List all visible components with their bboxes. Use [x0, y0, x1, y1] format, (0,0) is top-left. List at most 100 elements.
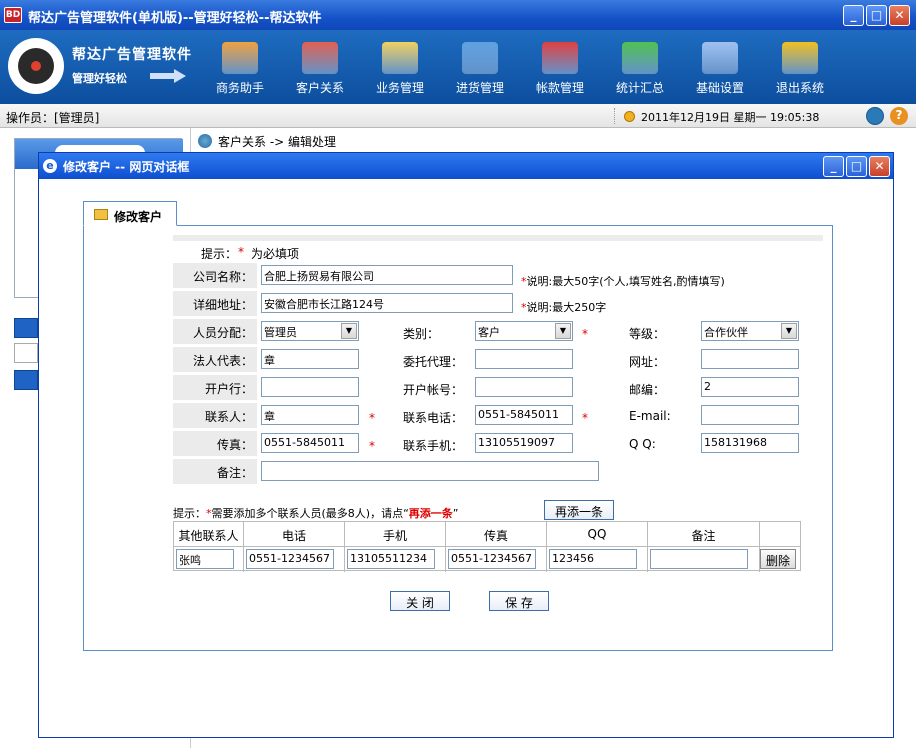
mobile-label: 联系手机：: [403, 439, 464, 453]
category-label: 类别：: [403, 327, 440, 341]
section-divider: [173, 235, 823, 241]
contact-hint-text: 需要添加多个联系人员(最多8人)，请点“: [211, 507, 409, 520]
contacts-table: 其他联系人 电话 手机 传真 QQ 备注 张鸣 0551-1234567 131…: [173, 521, 801, 572]
ie-icon: e: [43, 159, 57, 173]
dialog-title-bar: e 修改客户 -- 网页对话框 _ □ ✕: [39, 153, 893, 179]
calendar-icon: [702, 42, 738, 74]
bank-input[interactable]: [261, 377, 359, 397]
account-input[interactable]: [475, 377, 573, 397]
remark-input[interactable]: [261, 461, 599, 481]
breadcrumb: 客户关系 -> 编辑处理: [198, 133, 336, 150]
dialog-minimize-button[interactable]: _: [823, 156, 844, 177]
fax-input[interactable]: 0551-5845011: [261, 433, 359, 453]
left-shortcut-icon-1[interactable]: [14, 318, 38, 338]
contact-hint: 提示：*需要添加多个联系人员(最多8人)，请点“再添一条”: [173, 505, 458, 521]
nav-item-2[interactable]: 业务管理: [360, 36, 440, 100]
email-label: E-mail:: [629, 409, 671, 423]
agent-input[interactable]: [475, 349, 573, 369]
pencil-notepad-icon: [222, 42, 258, 74]
dialog-body: 修改客户 提示： * 为必填项 公司名称： 合肥上扬贸易有限公司 *说明:最大5…: [39, 179, 893, 737]
nav-item-label: 商务助手: [215, 81, 264, 95]
table-header: 手机: [345, 522, 446, 546]
add-contact-row-button[interactable]: 再添一条: [544, 500, 614, 520]
dialog-maximize-button[interactable]: □: [846, 156, 867, 177]
table-header: 传真: [446, 522, 547, 546]
close-button[interactable]: 关 闭: [390, 591, 450, 611]
save-button[interactable]: 保 存: [489, 591, 549, 611]
contact-hint-end: ”: [452, 507, 459, 520]
other-fax-input[interactable]: 0551-1234567: [448, 549, 536, 569]
legal-rep-input[interactable]: 章: [261, 349, 359, 369]
mobile-input[interactable]: 13105519097: [475, 433, 573, 453]
nav-item-label: 统计汇总: [615, 81, 664, 95]
left-shortcut-icon-3[interactable]: [14, 370, 38, 390]
contact-required-star: *: [369, 411, 375, 425]
nav-item-6[interactable]: 基础设置: [680, 36, 760, 100]
tab-edit-customer[interactable]: 修改客户: [83, 201, 177, 226]
fax-label: 传真：: [173, 431, 257, 456]
chevron-down-icon[interactable]: ▼: [781, 323, 797, 339]
level-select[interactable]: 合作伙伴 ▼: [701, 321, 799, 341]
chevron-down-icon[interactable]: ▼: [341, 323, 357, 339]
help-icon[interactable]: ?: [890, 107, 908, 125]
other-phone-input[interactable]: 0551-1234567: [246, 549, 334, 569]
table-cell: 张鸣: [174, 546, 244, 572]
contact-label: 联系人：: [173, 403, 257, 428]
table-cell: 删除: [760, 546, 800, 572]
other-qq-input[interactable]: 123456: [549, 549, 637, 569]
hint-text: 为必填项: [251, 247, 300, 261]
datetime-display: 2011年12月19日 星期一 19:05:38: [641, 111, 820, 124]
nav-item-label: 客户关系: [295, 81, 344, 95]
staff-select[interactable]: 管理员 ▼: [261, 321, 359, 341]
other-contact-input[interactable]: 张鸣: [176, 549, 234, 569]
people-icon: [302, 42, 338, 74]
nav-item-4[interactable]: 帐款管理: [520, 36, 600, 100]
globe-icon: [198, 134, 212, 148]
company-input[interactable]: 合肥上扬贸易有限公司: [261, 265, 513, 285]
delete-row-button[interactable]: 删除: [760, 549, 796, 569]
legal-rep-label: 法人代表：: [173, 347, 257, 372]
company-note-text: 说明:最大50字(个人,填写姓名,酌情填写): [526, 275, 725, 288]
window-title: 帮达广告管理软件(单机版)--管理好轻松--帮达软件: [28, 11, 322, 26]
category-select[interactable]: 客户 ▼: [475, 321, 573, 341]
nav-item-label: 退出系统: [775, 81, 824, 95]
dialog-close-button[interactable]: ✕: [869, 156, 890, 177]
nav-item-3[interactable]: 进货管理: [440, 36, 520, 100]
contact-input[interactable]: 章: [261, 405, 359, 425]
chevron-down-icon[interactable]: ▼: [555, 323, 571, 339]
table-cell: 123456: [547, 546, 648, 572]
other-mobile-input[interactable]: 13105511234: [347, 549, 435, 569]
category-select-value: 客户: [478, 326, 500, 339]
table-header: 电话: [244, 522, 345, 546]
agent-label: 委托代理：: [403, 355, 464, 369]
address-note: *说明:最大250字: [521, 299, 606, 315]
other-remark-input[interactable]: [650, 549, 748, 569]
arrow-right-icon: [150, 69, 186, 83]
support-icon[interactable]: [866, 107, 884, 125]
website-input[interactable]: [701, 349, 799, 369]
qq-input[interactable]: 158131968: [701, 433, 799, 453]
nav-item-1[interactable]: 客户关系: [280, 36, 360, 100]
address-label: 详细地址：: [173, 291, 257, 316]
table-cell: 13105511234: [345, 546, 446, 572]
contact-hint-link[interactable]: 再添一条: [409, 507, 453, 520]
minimize-button[interactable]: _: [843, 5, 864, 26]
left-shortcut-icon-2[interactable]: [14, 343, 38, 363]
clock-icon: [624, 111, 635, 122]
close-window-button[interactable]: ✕: [889, 5, 910, 26]
nav-item-7[interactable]: 退出系统: [760, 36, 840, 100]
maximize-button[interactable]: □: [866, 5, 887, 26]
zip-input[interactable]: 2: [701, 377, 799, 397]
phone-input[interactable]: 0551-5845011: [475, 405, 573, 425]
brand-name: 帮达广告管理软件: [72, 47, 192, 63]
address-input[interactable]: 安徽合肥市长江路124号: [261, 293, 513, 313]
nav-item-0[interactable]: 商务助手: [200, 36, 280, 100]
contact-hint-prefix: 提示：: [173, 507, 206, 520]
nav-item-5[interactable]: 统计汇总: [600, 36, 680, 100]
nav-item-label: 业务管理: [375, 81, 424, 95]
exit-person-icon: [782, 42, 818, 74]
brand-slogan: 管理好轻松: [72, 72, 127, 85]
required-star: *: [238, 245, 244, 259]
tab-label: 修改客户: [114, 210, 163, 224]
email-input[interactable]: [701, 405, 799, 425]
